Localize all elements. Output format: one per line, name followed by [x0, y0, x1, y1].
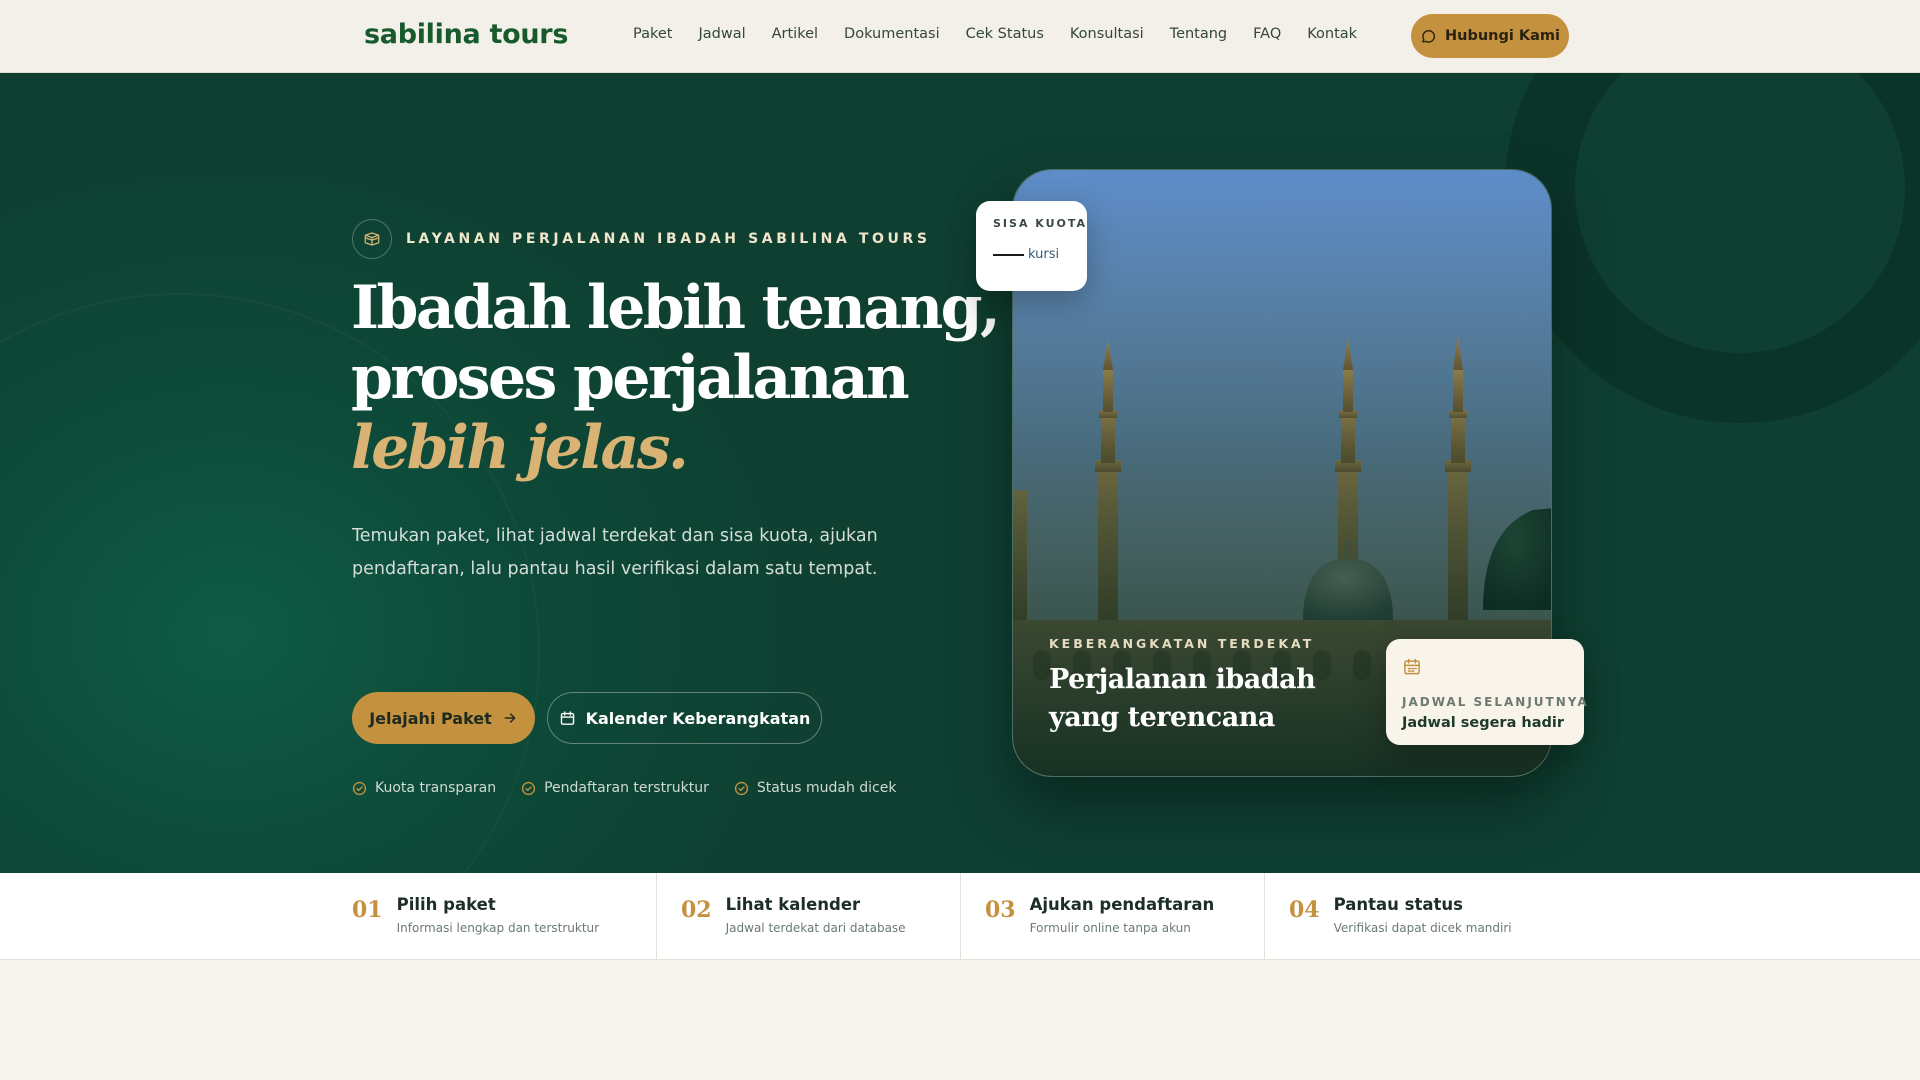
contact-us-label: Hubungi Kami [1445, 28, 1560, 44]
calendar-icon [1404, 658, 1420, 675]
step-title: Ajukan pendaftaran [1029, 895, 1215, 914]
check-item: Pendaftaran terstruktur [521, 780, 709, 796]
step-number: 02 [681, 897, 712, 923]
schedule-value: Jadwal segera hadir [1402, 715, 1565, 731]
step-subtitle: Informasi lengkap dan terstruktur [396, 921, 600, 935]
contact-us-button[interactable]: Hubungi Kami [1411, 14, 1569, 58]
step-number: 03 [985, 897, 1016, 923]
step-title: Pilih paket [396, 895, 496, 914]
arrow-right-icon [504, 713, 516, 723]
decorative-ring [1505, 73, 1920, 423]
step-text: Pilih paket Informasi lengkap dan terstr… [397, 873, 599, 935]
feature-checks: Kuota transparan Pendaftaran terstruktur… [352, 780, 896, 796]
headline-line-2: proses perjalanan [351, 343, 910, 413]
step-title: Lihat kalender [725, 895, 861, 914]
hero-section: LAYANAN PERJALANAN IBADAH SABILINA TOURS… [0, 73, 1920, 873]
hero-headline: Ibadah lebih tenang, proses perjalanan l… [351, 273, 1001, 483]
step-subtitle: Formulir online tanpa akun [1029, 921, 1191, 935]
check-circle-icon [734, 781, 749, 795]
step-subtitle: Jadwal terdekat dari database [725, 921, 906, 935]
main-menu: Paket Jadwal Artikel Dokumentasi Cek Sta… [633, 26, 1383, 42]
hero-eyebrow: LAYANAN PERJALANAN IBADAH SABILINA TOURS [352, 219, 931, 259]
caption-kicker: KEBERANGKATAN TERDEKAT [1049, 636, 1315, 651]
caption-title: Perjalanan ibadah yang terencana [1049, 664, 1316, 733]
chat-icon [1422, 29, 1436, 43]
nav-item-cek-status[interactable]: Cek Status [966, 26, 1044, 42]
departure-calendar-label: Kalender Keberangkatan [585, 708, 811, 728]
step-number: 01 [352, 897, 383, 923]
departure-calendar-button[interactable]: Kalender Keberangkatan [547, 692, 822, 744]
eyebrow-badge [352, 219, 392, 259]
schedule-label: JADWAL SELANJUTNYA [1402, 695, 1589, 709]
process-steps: 01 Pilih paket Informasi lengkap dan ter… [0, 873, 1920, 960]
quota-label: SISA KUOTA [993, 217, 1088, 230]
check-label: Kuota transparan [375, 780, 497, 796]
step-subtitle: Verifikasi dapat dicek mandiri [1333, 921, 1512, 935]
step-text: Pantau status Verifikasi dapat dicek man… [1334, 873, 1512, 935]
quota-placeholder-dash [993, 253, 1024, 256]
check-item: Status mudah dicek [734, 780, 897, 796]
step-item: 03 Ajukan pendaftaran Formulir online ta… [960, 873, 1264, 960]
nav-item-faq[interactable]: FAQ [1253, 26, 1281, 42]
top-navbar: sabilina tours Paket Jadwal Artikel Doku… [0, 0, 1920, 73]
check-label: Status mudah dicek [756, 780, 897, 796]
nav-item-artikel[interactable]: Artikel [772, 26, 818, 42]
brand-logo[interactable]: sabilina tours [364, 19, 568, 50]
page-bottom-area [0, 960, 1920, 1080]
nav-item-jadwal[interactable]: Jadwal [698, 26, 745, 42]
quota-unit: kursi [1028, 247, 1060, 262]
photo-caption: KEBERANGKATAN TERDEKAT Perjalanan ibadah… [1049, 636, 1389, 737]
nav-item-dokumentasi[interactable]: Dokumentasi [844, 26, 940, 42]
check-item: Kuota transparan [352, 780, 496, 796]
step-item: 02 Lihat kalender Jadwal terdekat dari d… [656, 873, 960, 960]
eyebrow-text: LAYANAN PERJALANAN IBADAH SABILINA TOURS [406, 231, 931, 247]
nav-item-paket[interactable]: Paket [633, 26, 672, 42]
nav-item-tentang[interactable]: Tentang [1170, 26, 1227, 42]
check-label: Pendaftaran terstruktur [544, 780, 709, 796]
step-text: Lihat kalender Jadwal terdekat dari data… [726, 873, 906, 935]
step-title: Pantau status [1333, 895, 1463, 914]
explore-packages-label: Jelajahi Paket [369, 708, 492, 728]
check-circle-icon [521, 781, 536, 795]
step-number: 04 [1289, 897, 1320, 923]
quota-value-row: kursi [993, 247, 1070, 262]
check-circle-icon [352, 781, 367, 795]
nav-item-konsultasi[interactable]: Konsultasi [1070, 26, 1144, 42]
quota-card: SISA KUOTA kursi [976, 201, 1087, 291]
headline-line-3: lebih jelas. [351, 413, 689, 483]
next-schedule-card: JADWAL SELANJUTNYA Jadwal segera hadir [1386, 639, 1589, 745]
calendar-icon [560, 710, 574, 725]
nav-item-kontak[interactable]: Kontak [1307, 26, 1357, 42]
headline-line-1: Ibadah lebih tenang, [351, 273, 1001, 343]
kaaba-icon [364, 232, 380, 246]
step-text: Ajukan pendaftaran Formulir online tanpa… [1030, 873, 1215, 935]
hero-lead-text: Temukan paket, lihat jadwal terdekat dan… [352, 526, 878, 579]
step-item: 01 Pilih paket Informasi lengkap dan ter… [352, 873, 656, 960]
explore-packages-button[interactable]: Jelajahi Paket [352, 692, 535, 744]
step-item: 04 Pantau status Verifikasi dapat dicek … [1264, 873, 1568, 960]
